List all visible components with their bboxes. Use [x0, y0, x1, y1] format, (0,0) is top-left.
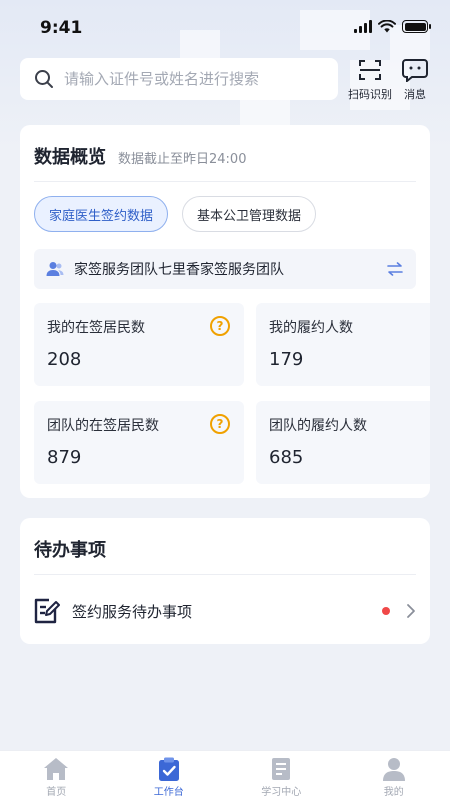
cellular-signal-icon — [354, 20, 372, 33]
status-icons — [354, 20, 431, 33]
user-icon — [382, 758, 405, 781]
message-icon — [402, 59, 428, 82]
tab-label: 学习中心 — [261, 787, 302, 798]
stat-value: 208 — [47, 349, 82, 370]
overview-title: 数据概览 — [34, 147, 106, 168]
tab-label: 工作台 — [153, 787, 184, 798]
book-icon — [272, 758, 291, 780]
message-label: 消息 — [404, 88, 426, 101]
team-selector[interactable]: 家签服务团队七里香家签服务团队 — [34, 249, 416, 289]
message-button[interactable]: 消息 — [402, 58, 428, 102]
tab-home[interactable]: 首页 — [0, 751, 113, 800]
tab-learning-center[interactable]: 学习中心 — [225, 751, 338, 800]
chevron-right-icon — [407, 604, 415, 618]
unread-badge — [382, 607, 390, 615]
tab-public-health[interactable]: 基本公卫管理数据 — [182, 196, 317, 232]
divider — [34, 181, 416, 182]
scan-label: 扫码识别 — [348, 88, 392, 101]
search-input[interactable] — [64, 70, 314, 88]
team-icon — [46, 262, 64, 276]
edit-list-icon — [34, 598, 60, 624]
switch-icon[interactable] — [386, 262, 404, 276]
stat-value: 179 — [269, 349, 304, 370]
tab-mine[interactable]: 我的 — [338, 751, 450, 800]
todo-item-label: 签约服务待办事项 — [72, 602, 193, 621]
search-icon — [35, 70, 53, 88]
tab-workbench[interactable]: 工作台 — [113, 751, 226, 800]
scan-icon — [359, 60, 381, 80]
overview-tabs: 家庭医生签约数据 基本公卫管理数据 — [34, 196, 317, 232]
help-icon[interactable]: ? — [210, 316, 230, 336]
help-icon[interactable]: ? — [210, 414, 230, 434]
bottom-tab-bar: 首页 工作台 学习中心 我的 — [0, 750, 450, 800]
scan-button[interactable]: 扫码识别 — [348, 58, 392, 102]
team-name: 家签服务团队七里香家签服务团队 — [74, 262, 284, 278]
divider — [34, 574, 416, 575]
stat-team-fulfilled[interactable]: 团队的履约人数 685 — [256, 401, 430, 484]
stat-value: 685 — [269, 447, 304, 468]
stat-my-signed-residents[interactable]: 我的在签居民数 ? 208 — [34, 303, 244, 386]
stat-team-signed-residents[interactable]: 团队的在签居民数 ? 879 — [34, 401, 244, 484]
todo-title: 待办事项 — [34, 540, 106, 561]
stat-value: 879 — [47, 447, 82, 468]
status-bar: 9:41 — [0, 0, 450, 54]
overview-subtitle: 数据截止至昨日24:00 — [118, 152, 247, 167]
todo-item-sign-service[interactable]: 签约服务待办事项 — [34, 590, 416, 632]
wifi-icon — [378, 20, 396, 33]
stat-label: 我的在签居民数 — [47, 320, 145, 336]
search-box[interactable] — [20, 58, 338, 100]
stat-label: 团队的在签居民数 — [47, 418, 159, 434]
tab-family-doctor[interactable]: 家庭医生签约数据 — [34, 196, 169, 232]
overview-header: 数据概览 数据截止至昨日24:00 — [34, 143, 416, 169]
stat-label: 我的履约人数 — [269, 320, 353, 336]
home-icon — [44, 758, 69, 780]
stat-my-fulfilled[interactable]: 我的履约人数 179 — [256, 303, 430, 386]
todo-header: 待办事项 — [34, 536, 416, 562]
clipboard-check-icon — [158, 757, 179, 781]
tab-label: 我的 — [383, 787, 404, 798]
stat-label: 团队的履约人数 — [269, 418, 367, 434]
battery-icon — [402, 20, 431, 33]
tab-label: 首页 — [46, 787, 67, 798]
todo-card: 待办事项 签约服务待办事项 — [20, 518, 430, 644]
data-overview-card: 数据概览 数据截止至昨日24:00 家庭医生签约数据 基本公卫管理数据 家签服务… — [20, 125, 430, 498]
status-time: 9:41 — [40, 18, 83, 38]
